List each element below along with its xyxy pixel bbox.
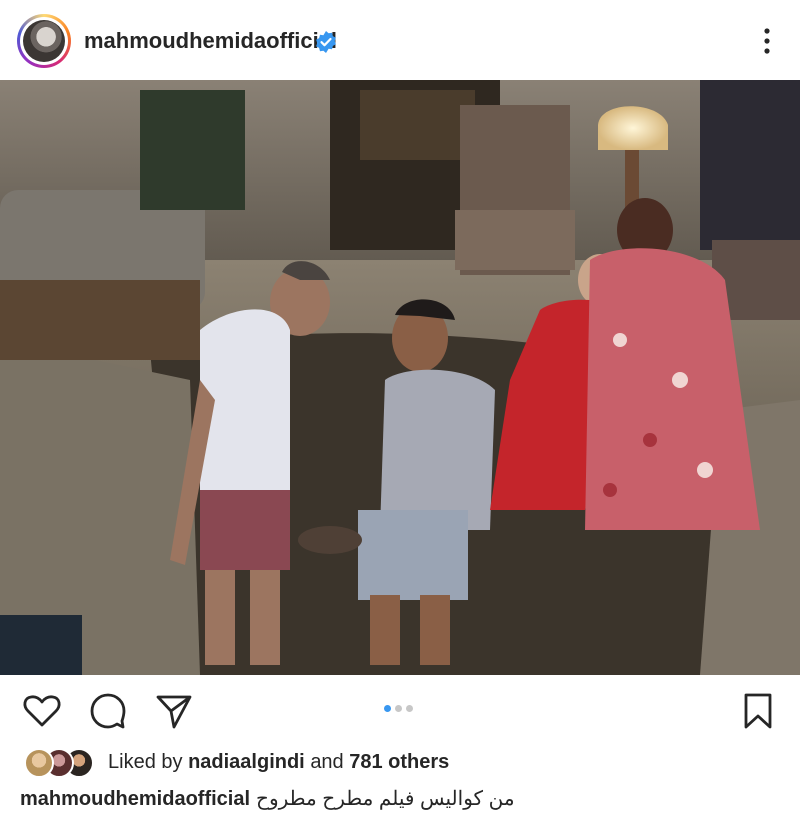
post-photo[interactable]: [0, 80, 800, 675]
liker-avatar[interactable]: [24, 748, 54, 778]
avatar[interactable]: [17, 14, 71, 68]
heart-icon[interactable]: [22, 691, 62, 731]
liked-by-username[interactable]: nadiaalgindi: [188, 751, 305, 773]
profile-photo: [23, 20, 65, 62]
more-vertical-icon[interactable]: [758, 26, 776, 56]
caption-text: من كواليس فيلم مطرح مطروح: [256, 788, 515, 810]
caption-username[interactable]: mahmoudhemidaofficial: [20, 788, 250, 810]
post-actions: [0, 675, 800, 745]
bookmark-icon[interactable]: [738, 691, 778, 731]
post-photo-scene: [0, 80, 800, 675]
likes-row: Liked by nadiaalgindi and 781 others: [0, 742, 800, 778]
send-icon[interactable]: [154, 691, 194, 731]
post-header: mahmoudhemidaofficial: [0, 0, 800, 80]
comment-icon[interactable]: [88, 691, 128, 731]
likes-count[interactable]: 781 others: [349, 751, 449, 773]
carousel-dot: [406, 705, 413, 712]
carousel-dot: [384, 705, 391, 712]
post-username[interactable]: mahmoudhemidaofficial: [84, 28, 337, 54]
carousel-indicator: [380, 705, 420, 715]
likes-prefix: Liked by: [108, 751, 183, 773]
verified-badge-icon: [316, 31, 336, 53]
likes-connector: and: [310, 751, 344, 773]
likes-text: Liked by nadiaalgindi and 781 others: [108, 751, 449, 774]
carousel-dot: [395, 705, 402, 712]
caption: mahmoudhemidaofficial من كواليس فيلم مطرح…: [20, 786, 515, 811]
